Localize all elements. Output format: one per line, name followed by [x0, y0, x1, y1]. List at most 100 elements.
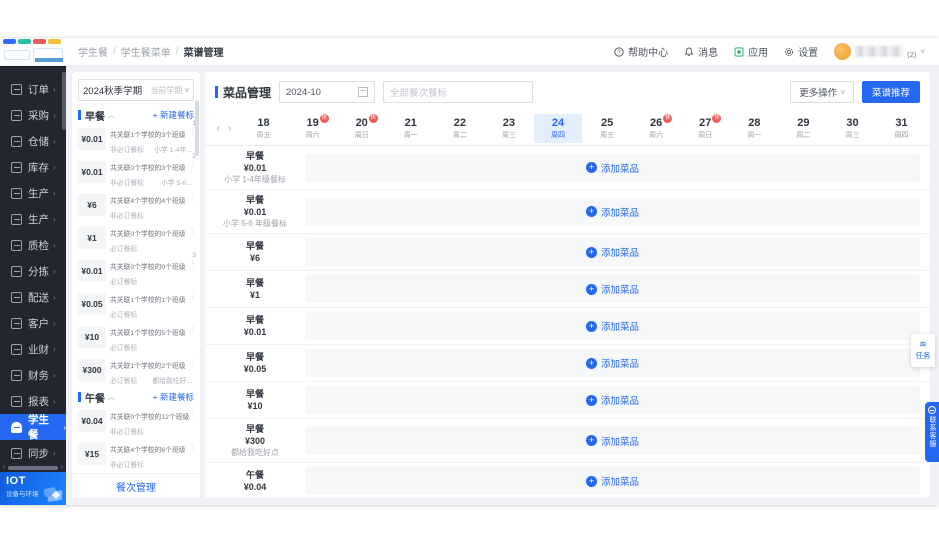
date-cell[interactable]: 26 休 周六 [633, 114, 680, 143]
sidebar-item[interactable]: 生产 › [0, 180, 66, 206]
date-cell[interactable]: 30 周三 [829, 114, 876, 143]
sidebar-item[interactable]: 库存 › [0, 154, 66, 180]
section-accent-bar [78, 110, 81, 120]
meal-standard-item[interactable]: ¥300 共关联1个学校的2个班级 必订餐标 都给我吃好... ⋮ [78, 355, 197, 385]
date-cell[interactable]: 23 周三 [485, 114, 532, 143]
breadcrumb-item[interactable]: 学生餐菜单 [121, 44, 171, 59]
meal-session-manage-button[interactable]: 餐次管理 [72, 473, 200, 498]
semester-select[interactable]: 2024秋季学期 当前学期 ˅ [78, 79, 194, 101]
add-dish-button[interactable]: + 添加菜品 [585, 205, 639, 219]
meal-standard-item[interactable]: ¥6 共关联4个学校的4个班级 非必订餐标 ⋮ [78, 190, 197, 220]
iot-banner[interactable]: IOT 设备与环境 [0, 472, 66, 505]
standard-type-text: 必订餐标 [110, 345, 138, 352]
date-cell[interactable]: 19 休 周六 [289, 114, 336, 143]
new-meal-standard-button[interactable]: + 新建餐标 [153, 391, 194, 403]
date-cell[interactable]: 18 周五 [240, 114, 287, 143]
meal-standard-item[interactable]: ¥15 共关联4个学校的6个班级 非必订餐标 ⋮ [78, 439, 197, 469]
scroll-right-icon[interactable]: › [61, 463, 63, 472]
rest-day-badge: 休 [663, 114, 673, 123]
date-cell[interactable]: 31 周四 [878, 114, 925, 143]
more-icon[interactable]: ⋮ [189, 292, 197, 301]
more-icon[interactable]: ⋮ [189, 193, 197, 202]
sidebar-item[interactable]: 仓储 › [0, 128, 66, 154]
messages-button[interactable]: 消息 [684, 44, 718, 59]
panel-scrollbar[interactable] [195, 100, 199, 156]
date-cell[interactable]: 22 周二 [436, 114, 483, 143]
next-icon[interactable]: › [228, 123, 231, 134]
add-dish-button[interactable]: + 添加菜品 [585, 282, 639, 296]
dish-slot: + 添加菜品 [305, 386, 920, 414]
sidebar-item[interactable]: 配送 › [0, 284, 66, 310]
recipe-recommend-button[interactable]: 菜谱推荐 [861, 81, 920, 103]
date-cell[interactable]: 25 周五 [584, 114, 631, 143]
count-badge: 3 [192, 252, 196, 259]
chevron-up-icon[interactable]: ︿ [108, 110, 115, 120]
date-cell[interactable]: 24 周四 [534, 114, 582, 143]
meal-standard-item[interactable]: ¥0.01 1 共关联1个学校的3个班级 非必订餐标 小学 1-4年... ⋮ [78, 120, 197, 154]
more-icon[interactable]: ⋮ [189, 358, 197, 367]
sidebar-item-label: 报表 [28, 395, 49, 408]
sidebar-item[interactable]: 报表 › [0, 388, 66, 414]
price-box: ¥6 [78, 194, 106, 216]
add-dish-button[interactable]: + 添加菜品 [585, 319, 639, 333]
meal-standard-item[interactable]: ¥0.01 2 共关联0个学校的3个班级 非必订餐标 小学 5-6... ⋮ [78, 153, 197, 187]
more-icon[interactable]: ⋮ [189, 409, 197, 418]
task-drawer-tab[interactable]: ≋ 任务 [911, 334, 935, 367]
meal-standard-item[interactable]: ¥10 共关联1个学校的5个班级 必订餐标 ⋮ [78, 322, 197, 352]
meal-tag: 小学 1-4年级餐标 [224, 175, 286, 184]
more-icon[interactable]: ⋮ [189, 259, 197, 268]
prev-icon[interactable]: ‹ [217, 123, 220, 134]
add-dish-button[interactable]: + 添加菜品 [585, 434, 639, 448]
add-dish-button[interactable]: + 添加菜品 [585, 356, 639, 370]
dish-slot: + 添加菜品 [305, 426, 920, 455]
more-icon[interactable]: ⋮ [189, 442, 197, 451]
price-box: ¥15 [78, 443, 106, 465]
scroll-thumb[interactable] [8, 465, 58, 470]
meal-name: 早餐 [245, 195, 264, 205]
customer-service-tab[interactable]: 联系客服 [925, 402, 939, 462]
more-actions-button[interactable]: 更多操作 ˅ [790, 81, 854, 103]
meal-standard-item[interactable]: ¥0.04 共关联0个学校的12个班级 非必订餐标 ⋮ [78, 406, 197, 436]
date-cell[interactable]: 27 休 周日 [682, 114, 729, 143]
sidebar-item[interactable]: 订单 › [0, 76, 66, 102]
chevron-up-icon[interactable]: ︿ [108, 392, 115, 402]
sidebar-item[interactable]: 客户 › [0, 310, 66, 336]
sidebar-scrollbar[interactable] [62, 72, 66, 130]
more-icon[interactable]: ⋮ [189, 160, 197, 169]
month-picker[interactable]: 2024-10 [279, 81, 376, 103]
apps-button[interactable]: 应用 [734, 44, 768, 59]
meal-standard-item[interactable]: ¥1 共关联0个学校的0个班级 必订餐标 ⋮ [78, 223, 197, 253]
sidebar-item[interactable]: 采购 › [0, 102, 66, 128]
sidebar-horizontal-scrollbar[interactable]: ‹ › [0, 463, 66, 472]
sidebar-item[interactable]: 财务 › [0, 362, 66, 388]
sidebar-item[interactable]: 分拣 › [0, 258, 66, 284]
calendar-icon [358, 87, 369, 97]
add-dish-button[interactable]: + 添加菜品 [585, 393, 639, 407]
more-icon[interactable]: ⋮ [189, 325, 197, 334]
date-cell[interactable]: 28 周一 [731, 114, 778, 143]
sidebar-item[interactable]: 业财 › [0, 336, 66, 362]
date-cell[interactable]: 20 休 周日 [338, 114, 385, 143]
dish-slot: + 添加菜品 [305, 197, 920, 226]
user-menu[interactable]: (2) ˅ [834, 43, 925, 60]
new-meal-standard-button[interactable]: + 新建餐标 [153, 109, 194, 121]
meal-filter-select[interactable]: 全部餐次餐标 [383, 81, 534, 103]
semester-suffix: 当前学期 ˅ [150, 85, 189, 95]
add-dish-button[interactable]: + 添加菜品 [585, 161, 639, 175]
sidebar-item[interactable]: 生产 › [0, 206, 66, 232]
add-dish-button[interactable]: + 添加菜品 [585, 474, 639, 488]
sidebar-item[interactable]: 质检 › [0, 232, 66, 258]
sidebar-item[interactable]: 学生餐 › [0, 414, 66, 441]
meal-standard-item[interactable]: ¥0.01 3 共关联0个学校的0个班级 必订餐标 ⋮ [78, 252, 197, 286]
avatar [834, 43, 852, 60]
date-cell[interactable]: 21 周一 [387, 114, 434, 143]
more-icon[interactable]: ⋮ [189, 226, 197, 235]
meal-price: ¥0.05 [243, 364, 267, 374]
scroll-left-icon[interactable]: ‹ [3, 463, 5, 472]
meal-standard-item[interactable]: ¥0.05 共关联1个学校的1个班级 必订餐标 ⋮ [78, 289, 197, 319]
help-center-button[interactable]: ? 帮助中心 [614, 44, 668, 59]
breadcrumb-item[interactable]: 学生餐 [78, 44, 108, 59]
date-cell[interactable]: 29 周二 [780, 114, 827, 143]
add-dish-button[interactable]: + 添加菜品 [585, 245, 639, 259]
settings-button[interactable]: 设置 [784, 44, 818, 59]
